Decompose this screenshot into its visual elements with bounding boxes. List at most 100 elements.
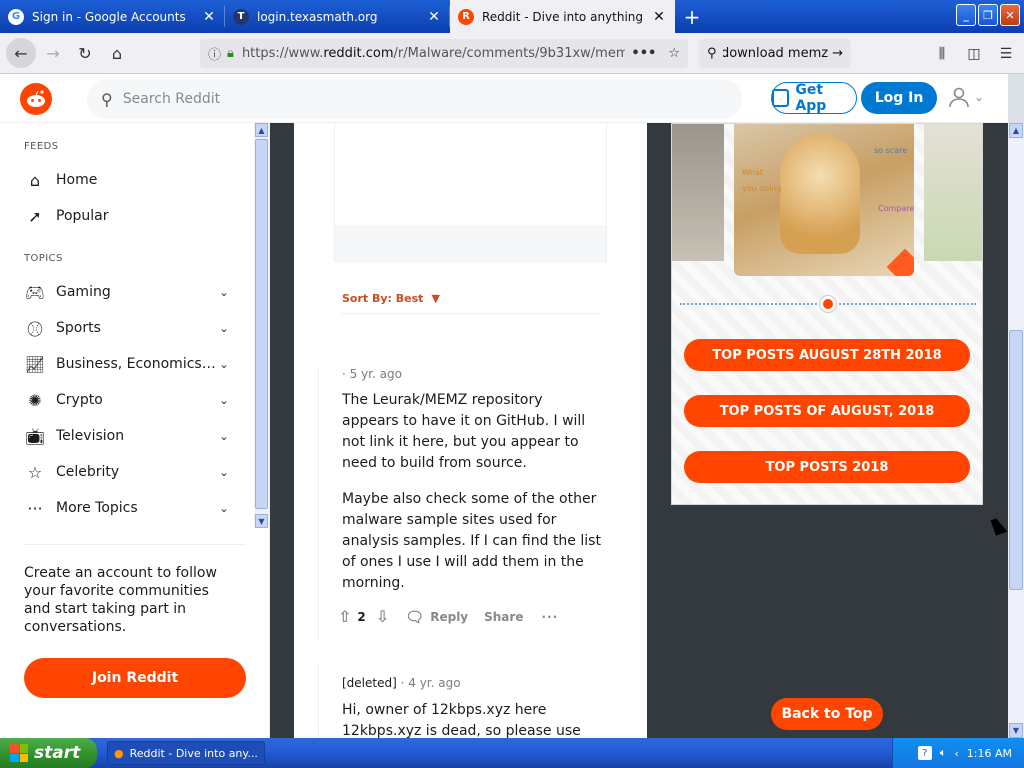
sidebar-item-label: Celebrity	[56, 464, 120, 480]
doge-meme-image[interactable]: What you doing so scare Compare	[734, 124, 914, 276]
window-close-icon[interactable]: ✕	[1000, 4, 1020, 26]
top-posts-august-button[interactable]: TOP POSTS OF AUGUST, 2018	[684, 395, 970, 427]
url-bar[interactable]: ⓘ 🔒︎ https://www.reddit.com/r/Malware/co…	[200, 39, 688, 68]
sort-dropdown[interactable]: Sort By: Best ▼	[342, 292, 440, 305]
minimize-icon[interactable]: _	[956, 4, 976, 26]
carousel-indicator[interactable]	[820, 296, 836, 312]
sidebar-item-crypto[interactable]: ✺ Crypto ⌄	[24, 382, 232, 418]
top-posts-year-button[interactable]: TOP POSTS 2018	[684, 451, 970, 483]
chevron-down-icon[interactable]: ⌄	[216, 394, 232, 407]
back-arrow-icon[interactable]: ←	[6, 38, 36, 68]
comment-time[interactable]: · 4 yr. ago	[401, 676, 461, 690]
chevron-down-icon[interactable]: ⌄	[216, 466, 232, 479]
sidebar-item-label: Sports	[56, 320, 101, 336]
comment-thread-line[interactable]	[318, 663, 319, 738]
tab-reddit[interactable]: R Reddit - Dive into anything ✕	[450, 0, 675, 33]
join-reddit-button[interactable]: Join Reddit	[24, 658, 246, 698]
tab-title: Sign in - Google Accounts	[32, 9, 186, 24]
restore-icon[interactable]: ❐	[978, 4, 998, 26]
log-in-button[interactable]: Log In	[861, 82, 937, 114]
sidebar-item-popular[interactable]: ➚ Popular	[24, 198, 232, 234]
bookmark-star-icon[interactable]: ☆	[668, 46, 680, 61]
chevron-down-icon[interactable]: ⌄	[216, 322, 232, 335]
taskbar-item-firefox[interactable]: ● Reddit - Dive into any...	[107, 741, 265, 765]
tab-title: login.texasmath.org	[257, 9, 378, 24]
page-actions-icon[interactable]: •••	[631, 46, 656, 61]
tab-texasmath[interactable]: T login.texasmath.org ✕	[225, 0, 450, 33]
chevron-down-icon[interactable]: ⌄	[216, 502, 232, 515]
sidebar-item-home[interactable]: ⌂ Home	[24, 162, 232, 198]
tray-expand-icon[interactable]: ‹	[954, 747, 958, 760]
home-icon[interactable]: ⌂	[102, 38, 132, 68]
carousel-image-left[interactable]	[672, 124, 724, 261]
taskbar-item-label: Reddit - Dive into any...	[129, 746, 258, 760]
upvote-icon[interactable]: ⇧	[338, 607, 351, 626]
sidebar-item-gaming[interactable]: 🎮︎ Gaming ⌄	[24, 274, 232, 310]
comment-body: Maybe also check some of the other malwa…	[342, 489, 602, 594]
left-sidebar: FEEDS ⌂ Home ➚ Popular TOPICS 🎮︎ Gaming …	[0, 123, 270, 738]
comment-paragraph: The Leurak/MEMZ repository appears to ha…	[342, 392, 586, 471]
sidebar-scrollbar[interactable]: ▲ ▼	[254, 123, 269, 528]
sidebar-item-celebrity[interactable]: ☆ Celebrity ⌄	[24, 454, 232, 490]
search-go-icon[interactable]: →	[832, 46, 843, 61]
scroll-down-icon[interactable]: ▼	[1009, 723, 1023, 738]
volume-icon[interactable]: 🔈︎	[940, 746, 947, 760]
sidebar-item-label: Gaming	[56, 284, 111, 300]
tab-google-signin[interactable]: G Sign in - Google Accounts ✕	[0, 0, 225, 33]
get-app-button[interactable]: Get App	[771, 82, 857, 114]
sort-label: Sort By: Best	[342, 292, 424, 305]
chevron-down-icon[interactable]: ⌄	[216, 430, 232, 443]
sidebar-item-sports[interactable]: ⚾︎ Sports ⌄	[24, 310, 232, 346]
forward-arrow-icon[interactable]: →	[38, 38, 68, 68]
search-bar-text: download memz	[722, 46, 829, 61]
reddit-logo[interactable]	[20, 83, 52, 115]
page-scrollbar[interactable]: ▲ ▼	[1008, 123, 1024, 738]
comment-actions: ⇧ 2 ⇩ 🗨︎ Reply Share ···	[338, 607, 558, 626]
scroll-up-icon[interactable]: ▲	[1009, 123, 1023, 138]
carousel-image-right[interactable]	[924, 124, 982, 261]
chevron-down-icon[interactable]: ⌄	[216, 286, 232, 299]
info-icon[interactable]: ⓘ	[208, 44, 221, 63]
top-posts-august-28th-button[interactable]: TOP POSTS AUGUST 28TH 2018	[684, 339, 970, 371]
chevron-down-icon[interactable]: ⌄	[216, 358, 232, 371]
close-tab-icon[interactable]: ✕	[201, 9, 217, 25]
sidebar-toggle-icon[interactable]: ◫	[962, 39, 986, 68]
comment-bubble-icon[interactable]: 🗨︎	[405, 608, 424, 626]
reddit-snoo-icon	[27, 90, 45, 107]
new-tab-icon[interactable]: +	[675, 0, 709, 33]
vote-count: 2	[357, 609, 366, 624]
comment-author[interactable]: [deleted]	[342, 676, 397, 690]
scroll-down-icon[interactable]: ▼	[255, 514, 268, 528]
downvote-icon[interactable]: ⇩	[376, 607, 389, 626]
system-tray: ? 🔈︎ ‹ 1:16 AM	[892, 738, 1024, 768]
comment-thread-line[interactable]	[318, 369, 319, 639]
caret-down-icon: ▼	[431, 292, 440, 305]
comment-time[interactable]: · 5 yr. ago	[342, 367, 402, 381]
back-to-top-button[interactable]: Back to Top	[771, 698, 883, 730]
close-tab-icon[interactable]: ✕	[651, 9, 667, 25]
scroll-up-icon[interactable]: ▲	[255, 123, 268, 137]
post-media-box	[334, 123, 607, 262]
reload-icon[interactable]: ↻	[70, 38, 100, 68]
start-button[interactable]: start	[0, 738, 97, 768]
home-icon: ⌂	[29, 170, 41, 190]
user-menu[interactable]: ⌄	[948, 86, 984, 108]
sidebar-item-business[interactable]: 📈︎ Business, Economics, and Finance ⌄	[24, 346, 232, 382]
search-placeholder: Search Reddit	[122, 91, 221, 107]
help-icon[interactable]: ?	[917, 746, 932, 760]
more-options-icon[interactable]: ···	[541, 610, 558, 624]
sidebar-item-more-topics[interactable]: ··· More Topics ⌄	[24, 490, 232, 526]
reply-button[interactable]: Reply	[430, 610, 468, 624]
chevron-down-icon: ⌄	[974, 90, 985, 104]
scrollbar-thumb[interactable]	[255, 139, 268, 509]
search-bar[interactable]: ⚲ download memz →	[699, 39, 851, 68]
scrollbar-thumb[interactable]	[1009, 330, 1023, 590]
sidebar-item-television[interactable]: 📺︎ Television ⌄	[24, 418, 232, 454]
reddit-header: ⚲ Search Reddit Get App Log In ⌄	[0, 74, 1008, 123]
share-button[interactable]: Share	[484, 610, 523, 624]
hamburger-menu-icon[interactable]: ☰	[994, 39, 1018, 68]
library-icon[interactable]: ⫼	[930, 39, 954, 68]
reddit-search-input[interactable]: ⚲ Search Reddit	[87, 79, 742, 119]
qr-code-icon	[772, 89, 790, 107]
close-tab-icon[interactable]: ✕	[426, 9, 442, 25]
